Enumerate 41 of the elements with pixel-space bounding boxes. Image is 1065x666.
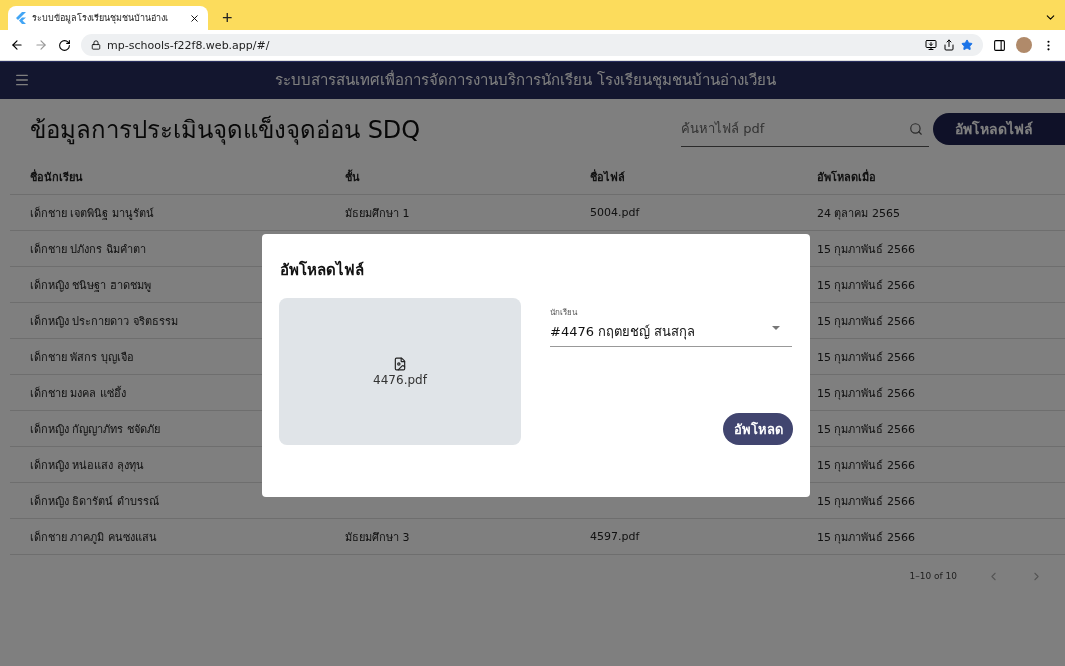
file-drop-area[interactable]: 4476.pdf: [279, 298, 521, 445]
back-icon[interactable]: [10, 38, 24, 52]
app-logo-icon: [16, 12, 26, 24]
column-header[interactable]: อัพโหลดเมื่อ: [797, 159, 1065, 195]
file-icon: [393, 356, 407, 371]
upload-file-button[interactable]: อัพโหลดไฟล์: [933, 113, 1065, 145]
search-icon[interactable]: [909, 122, 923, 136]
menu-icon[interactable]: [14, 72, 30, 88]
table-cell: 15 กุมภาพันธ์ 2566: [797, 519, 1065, 555]
url-text: mp-schools-f22f8.web.app/#/: [107, 38, 270, 52]
forward-icon[interactable]: [34, 38, 48, 52]
tab-title: ระบบข้อมูลโรงเรียนชุมชนบ้านอ่างเ: [32, 12, 169, 25]
column-header[interactable]: ชั้น: [325, 159, 570, 195]
table-cell: เด็กชาย เจตพินิฐ มานูรัตน์: [10, 195, 325, 231]
pagination-range: 1–10 of 10: [909, 571, 957, 581]
page-title: ข้อมูลการประเมินจุดแข็งจุดอ่อน SDQ: [30, 114, 422, 147]
student-select[interactable]: นักเรียน #4476 กฤตยชญ์ สนสกุล: [550, 298, 792, 347]
close-icon[interactable]: [189, 12, 200, 24]
side-panel-icon[interactable]: [993, 38, 1006, 52]
app-title: ระบบสารสนเทศเพื่อการจัดการงานบริการนักเรียน โรงเรียนชุมชนบ้านอ่างเวียน: [274, 69, 777, 92]
table-cell: มัธยมศึกษา 3: [325, 519, 570, 555]
profile-avatar[interactable]: [1016, 37, 1032, 53]
table-cell: มัธยมศึกษา 1: [325, 195, 570, 231]
table-cell: เด็กชาย ภาคภูมิ คนซงแสน: [10, 519, 325, 555]
address-bar[interactable]: mp-schools-f22f8.web.app/#/: [81, 34, 983, 56]
lock-icon: [91, 40, 101, 50]
bookmark-star-icon[interactable]: [961, 39, 973, 51]
table-cell: 24 ตุลาคม 2565: [797, 195, 1065, 231]
reload-icon[interactable]: [58, 38, 71, 52]
browser-tab[interactable]: ระบบข้อมูลโรงเรียนชุมชนบ้านอ่างเ: [8, 6, 208, 30]
dropdown-caret-icon: [772, 326, 780, 330]
table-cell: 4597.pdf: [570, 519, 797, 555]
new-tab-button[interactable]: +: [218, 6, 237, 30]
file-name: 4476.pdf: [373, 372, 427, 387]
upload-button[interactable]: อัพโหลด: [723, 413, 793, 445]
table-cell: 5004.pdf: [570, 195, 797, 231]
share-icon[interactable]: [943, 39, 955, 51]
search-field[interactable]: ค้นหาไฟล์ pdf: [681, 111, 929, 147]
column-header[interactable]: ชื่อนักเรียน: [10, 159, 325, 195]
column-header[interactable]: ชื่อไฟล์: [570, 159, 797, 195]
install-icon[interactable]: [925, 39, 937, 51]
